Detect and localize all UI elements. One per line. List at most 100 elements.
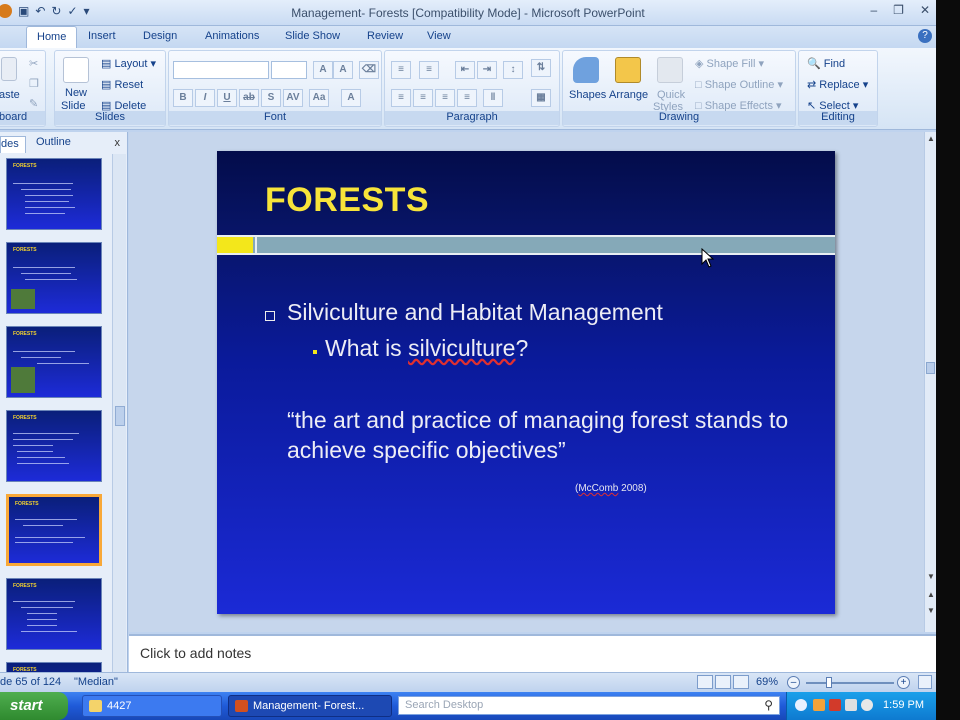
format-painter-icon[interactable]: ✎ [29, 97, 38, 110]
strikethrough-icon[interactable]: ab [239, 89, 259, 107]
clear-formatting-icon[interactable]: ⌫ [359, 61, 379, 79]
bold-icon[interactable]: B [173, 89, 193, 107]
citation[interactable]: (McComb 2008) [575, 483, 647, 494]
tab-home[interactable]: Home [26, 26, 78, 49]
reset-button[interactable]: ▤ Reset [101, 78, 143, 91]
zoom-slider-knob[interactable] [826, 677, 832, 688]
align-left-icon[interactable]: ≡ [391, 89, 411, 107]
slide-title[interactable]: FORESTS [265, 181, 429, 220]
arrange-button[interactable]: Arrange [609, 89, 648, 101]
bullets-icon[interactable]: ≡ [391, 61, 411, 79]
text-direction-icon[interactable]: ⇅ [531, 59, 551, 77]
numbering-icon[interactable]: ≡ [419, 61, 439, 79]
slide-thumbnail[interactable]: FORESTS [6, 326, 102, 398]
increase-indent-icon[interactable]: ⇥ [477, 61, 497, 79]
justify-icon[interactable]: ≡ [457, 89, 477, 107]
italic-icon[interactable]: I [195, 89, 215, 107]
tab-view[interactable]: View [427, 30, 451, 42]
slide-sorter-icon[interactable] [715, 675, 731, 689]
char-spacing-icon[interactable]: AV [283, 89, 303, 107]
slide-scrollbar[interactable]: ▲ ▼ ▲ ▼ [924, 132, 936, 632]
minimize-icon[interactable]: – [870, 3, 877, 17]
find-button[interactable]: 🔍 Find [807, 57, 845, 70]
tray-app-icon[interactable] [813, 699, 825, 711]
shapes-icon[interactable] [573, 57, 599, 83]
align-center-icon[interactable]: ≡ [413, 89, 433, 107]
slide-thumbnail[interactable]: FORESTS [6, 158, 102, 230]
tab-insert[interactable]: Insert [88, 30, 116, 42]
pane-close-icon[interactable]: x [115, 137, 121, 149]
shadow-icon[interactable]: S [261, 89, 281, 107]
tab-review[interactable]: Review [367, 30, 403, 42]
normal-view-icon[interactable] [697, 675, 713, 689]
taskbar-powerpoint-button[interactable]: Management- Forest... [228, 695, 392, 717]
align-right-icon[interactable]: ≡ [435, 89, 455, 107]
shrink-font-icon[interactable]: A [333, 61, 353, 79]
zoom-in-icon[interactable]: + [897, 676, 910, 689]
zoom-out-icon[interactable]: – [787, 676, 800, 689]
paste-icon[interactable] [1, 57, 17, 81]
font-name-field[interactable] [173, 61, 269, 79]
slide-thumbnail[interactable]: FORESTS [6, 242, 102, 314]
grow-font-icon[interactable]: A [313, 61, 333, 79]
notes-pane[interactable]: Click to add notes [129, 634, 936, 672]
help-icon[interactable]: ? [918, 29, 932, 43]
search-icon[interactable]: ⚲ [764, 698, 773, 712]
tray-back-icon[interactable] [795, 699, 807, 711]
taskbar-folder-button[interactable]: 4427 [82, 695, 222, 717]
cut-icon[interactable]: ✂ [29, 57, 38, 70]
bullet-2[interactable]: What is silviculture? [325, 335, 528, 362]
scrollbar-thumb[interactable] [115, 406, 125, 426]
paste-button[interactable]: aste [0, 89, 20, 101]
tab-outline[interactable]: Outline [36, 136, 71, 148]
zoom-level[interactable]: 69% [756, 676, 778, 688]
new-slide-icon[interactable] [63, 57, 89, 83]
bullet-1[interactable]: Silviculture and Habitat Management [287, 299, 663, 326]
tab-slides[interactable]: des [0, 136, 26, 153]
next-slide-icon[interactable]: ▼ [925, 606, 936, 615]
new-slide-label-1[interactable]: New [65, 87, 87, 99]
previous-slide-icon[interactable]: ▲ [925, 590, 936, 599]
desktop-search-field[interactable]: Search Desktop ⚲ [398, 696, 780, 715]
slide-thumbnail[interactable]: FORESTS [6, 578, 102, 650]
line-spacing-icon[interactable]: ↕ [503, 61, 523, 79]
zoom-slider-track[interactable] [806, 682, 894, 684]
tab-design[interactable]: Design [143, 30, 177, 42]
restore-icon[interactable]: ❐ [893, 3, 904, 17]
clock[interactable]: 1:59 PM [883, 699, 924, 711]
current-slide[interactable]: FORESTS Silviculture and Habitat Managem… [217, 151, 835, 614]
replace-button[interactable]: ⇄ Replace ▾ [807, 78, 868, 91]
close-icon[interactable]: ✕ [920, 3, 930, 17]
slide-thumbnail[interactable]: FORESTS [6, 410, 102, 482]
decrease-indent-icon[interactable]: ⇤ [455, 61, 475, 79]
fit-to-window-icon[interactable] [918, 675, 932, 689]
tray-antivirus-icon[interactable] [829, 699, 841, 711]
arrange-icon[interactable] [615, 57, 641, 83]
shape-fill-button[interactable]: ◈ Shape Fill ▾ [695, 57, 764, 70]
tab-animations[interactable]: Animations [205, 30, 259, 42]
slide-thumbnail-selected[interactable]: FORESTS [6, 494, 102, 566]
scrollbar-thumb[interactable] [926, 362, 935, 374]
copy-icon[interactable]: ❐ [29, 77, 39, 90]
smartart-icon[interactable]: ▦ [531, 89, 551, 107]
scroll-up-icon[interactable]: ▲ [925, 134, 936, 143]
tab-slide-show[interactable]: Slide Show [285, 30, 340, 42]
slide-show-icon[interactable] [733, 675, 749, 689]
shapes-button[interactable]: Shapes [569, 89, 606, 101]
quick-styles-label-1[interactable]: Quick [657, 89, 685, 101]
layout-button[interactable]: ▤ Layout ▾ [101, 57, 156, 70]
definition-quote[interactable]: “the art and practice of managing forest… [287, 405, 827, 465]
shape-outline-button[interactable]: □ Shape Outline ▾ [695, 78, 783, 91]
quick-styles-icon[interactable] [657, 57, 683, 83]
slide-thumbnail[interactable]: FORESTS [6, 662, 102, 672]
change-case-icon[interactable]: Aa [309, 89, 329, 107]
tray-volume-icon[interactable] [861, 699, 873, 711]
columns-icon[interactable]: ‖ [483, 89, 503, 107]
thumbnails-scrollbar[interactable] [112, 154, 126, 672]
font-size-field[interactable] [271, 61, 307, 79]
notes-placeholder[interactable]: Click to add notes [140, 645, 251, 661]
start-button[interactable]: start [0, 692, 68, 720]
scroll-down-icon[interactable]: ▼ [925, 572, 936, 581]
font-color-icon[interactable]: A [341, 89, 361, 107]
tray-network-icon[interactable] [845, 699, 857, 711]
